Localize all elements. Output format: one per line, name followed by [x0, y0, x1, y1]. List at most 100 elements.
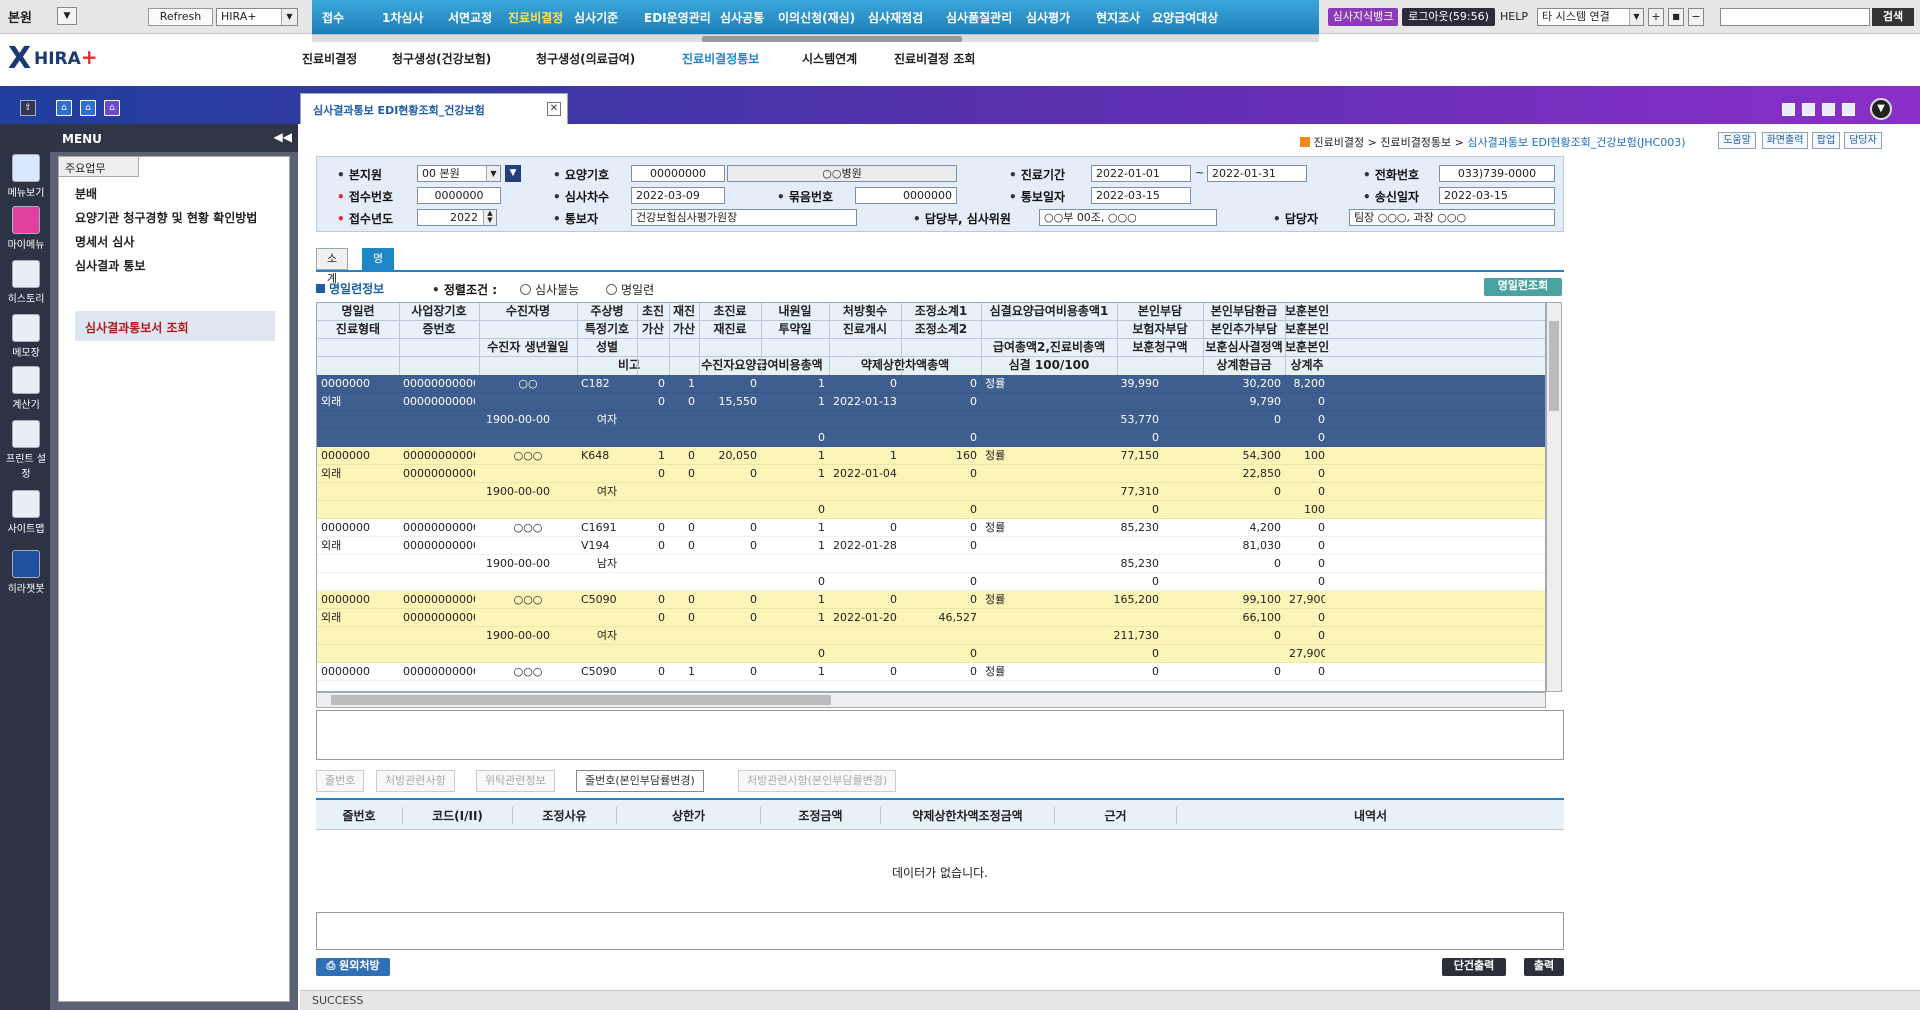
- table-row[interactable]: 1900-00-00 여자 53,770 0 0: [317, 411, 1545, 429]
- table-row[interactable]: 외래 00000000000 0 0 0 1 2022-01-04 0 22,850 0: [317, 465, 1545, 483]
- quick-chatbot[interactable]: 히라챗봇: [4, 550, 48, 595]
- table-row[interactable]: 1900-00-00 여자 211,730 0 0: [317, 627, 1545, 645]
- receipt-year-stepper[interactable]: 2022 ▲ ▼: [417, 209, 497, 226]
- menu-item-1[interactable]: 1차심사: [382, 9, 423, 26]
- subnav-item-0[interactable]: 진료비결정: [302, 50, 357, 67]
- menu-item-2[interactable]: 서면교정: [448, 9, 492, 26]
- collapse-icon[interactable]: ⇧: [20, 100, 36, 116]
- quick-menu-view[interactable]: 메뉴보기: [4, 154, 48, 199]
- menu-item-4[interactable]: 심사기준: [574, 9, 618, 26]
- memo-box[interactable]: [316, 710, 1564, 760]
- menu-item-8[interactable]: 심사재점검: [868, 9, 923, 26]
- collapse-icon[interactable]: ◀◀: [274, 130, 292, 144]
- help-link[interactable]: HELP: [1500, 10, 1528, 23]
- home-icon[interactable]: ⌂: [104, 100, 120, 116]
- subnav-item-5[interactable]: 진료비결정 조회: [894, 50, 975, 67]
- close-icon[interactable]: ✕: [547, 102, 561, 116]
- open-screen-tab[interactable]: 심사결과통보 EDI현황조회_건강보험 ✕: [300, 93, 568, 124]
- table-row[interactable]: 0 0 0 0: [317, 573, 1545, 591]
- subnav-item-1[interactable]: 청구생성(건강보험): [392, 50, 491, 67]
- zoom-out-button[interactable]: −: [1688, 8, 1704, 26]
- table-row[interactable]: 0000000 00000000000 ○○ C182 0 1 0 1 0 0 정률 39,990 30…: [317, 375, 1545, 393]
- layout-single-icon[interactable]: [1782, 103, 1795, 116]
- print-button[interactable]: 출력: [1524, 958, 1564, 976]
- branch-dropdown-button[interactable]: ▼: [505, 165, 521, 182]
- sidebar-item-review-result[interactable]: 심사결과 통보: [75, 257, 145, 274]
- table-row[interactable]: 외래 00000000000 0 0 0 1 2022-01-20 46,527 66,100 0: [317, 609, 1545, 627]
- menu-item-10[interactable]: 심사평가: [1026, 9, 1070, 26]
- bundle-no-field[interactable]: 0000000: [855, 187, 957, 204]
- detail-tab-3[interactable]: 줄번호(본인부담률변경): [576, 770, 704, 792]
- sidebar-item-result-notice-query[interactable]: 심사결과통보서 조회: [75, 311, 275, 341]
- item-lookup-button[interactable]: 명일련조회: [1484, 278, 1562, 296]
- subnav-item-4[interactable]: 시스템연계: [802, 50, 857, 67]
- table-row[interactable]: 0 0 0 27,900: [317, 645, 1545, 663]
- layout-close-icon[interactable]: [1842, 103, 1855, 116]
- outpatient-rx-button[interactable]: ⎙ 원외처방: [316, 958, 390, 976]
- menu-item-11[interactable]: 현지조사: [1096, 9, 1140, 26]
- table-row[interactable]: 0 0 0 0: [317, 429, 1545, 447]
- layout-rows-icon[interactable]: [1822, 103, 1835, 116]
- phone-field[interactable]: 033)739-0000: [1439, 165, 1555, 182]
- grid-horizontal-scrollbar[interactable]: [316, 692, 1546, 708]
- manager-button[interactable]: 담당자: [1844, 132, 1882, 149]
- tab-item-info[interactable]: 명일련정보: [362, 248, 395, 345]
- detail-memo-box[interactable]: [316, 912, 1564, 950]
- quick-memo[interactable]: 메모장: [4, 314, 48, 359]
- period-from-field[interactable]: 2022-01-01: [1091, 165, 1191, 182]
- detail-tab-2[interactable]: 위탁관련정보: [476, 770, 555, 792]
- sort-option-item[interactable]: 명일련: [606, 281, 654, 298]
- branch-select[interactable]: 00 본원 ▼: [417, 165, 501, 182]
- expand-circle-icon[interactable]: ▼: [1870, 98, 1892, 120]
- detail-tab-1[interactable]: 처방관련사항: [376, 770, 455, 792]
- send-date-field[interactable]: 2022-03-15: [1439, 187, 1555, 204]
- table-row[interactable]: 1900-00-00 여자 77,310 0 0: [317, 483, 1545, 501]
- table-row[interactable]: 0000000 00000000000 ○○○ C1691 0 0 0 1 0 0 정률 85,230…: [317, 519, 1545, 537]
- notifier-field[interactable]: 건강보험심사평가원장: [631, 209, 857, 226]
- stepper-arrows-icon[interactable]: ▲ ▼: [483, 210, 496, 225]
- print-single-button[interactable]: 단건출력: [1442, 958, 1506, 976]
- breadcrumb-item[interactable]: 진료비결정통보: [1380, 136, 1451, 149]
- dept-field[interactable]: ○○부 00조, ○○○: [1039, 209, 1217, 226]
- quick-history[interactable]: 히스토리: [4, 260, 48, 305]
- sidebar-item-claim-trend[interactable]: 요양기관 청구경향 및 현황 확인방법: [75, 209, 257, 226]
- institution-code-field[interactable]: 00000000: [631, 165, 725, 182]
- review-seq-field[interactable]: 2022-03-09: [631, 187, 725, 204]
- sort-option-unable[interactable]: 심사불능: [520, 281, 579, 298]
- menu-item-0[interactable]: 접수: [322, 9, 344, 26]
- subnav-item-3[interactable]: 진료비결정통보: [682, 50, 759, 67]
- menu-item-12[interactable]: 요양급여대상: [1152, 9, 1218, 26]
- other-system-select[interactable]: 타 시스템 연결 ▼: [1537, 8, 1644, 26]
- menu-item-9[interactable]: 심사품질관리: [946, 9, 1012, 26]
- system-select[interactable]: HIRA+ ▼: [216, 8, 298, 26]
- knowledge-bank-button[interactable]: 심사지식뱅크: [1328, 8, 1398, 26]
- quick-my-menu[interactable]: 마이메뉴: [4, 206, 48, 251]
- menu-item-5[interactable]: EDI운영관리: [644, 9, 711, 26]
- branch-dropdown[interactable]: ▼: [57, 7, 77, 25]
- menu-item-6[interactable]: 심사공통: [720, 9, 764, 26]
- table-row[interactable]: 1900-00-00 남자 85,230 0 0: [317, 555, 1545, 573]
- help-button[interactable]: 도움말: [1718, 132, 1756, 149]
- detail-tab-0[interactable]: 줄번호: [316, 770, 365, 792]
- sidebar-item-distribution[interactable]: 분배: [75, 185, 97, 202]
- layout-split-icon[interactable]: [1802, 103, 1815, 116]
- table-row[interactable]: 0000000 00000000000 ○○○ C5090 0 0 0 1 0 0 정률 165,20…: [317, 591, 1545, 609]
- sidebar-item-statement-review[interactable]: 명세서 심사: [75, 233, 134, 250]
- table-row[interactable]: 0000000 00000000000 ○○○ K648 1 0 20,050 1 1 160 정률…: [317, 447, 1545, 465]
- tab-subtotal[interactable]: 소계: [316, 248, 349, 285]
- home-icon[interactable]: ⌂: [80, 100, 96, 116]
- grid-vertical-scrollbar[interactable]: [1546, 302, 1562, 692]
- manager-field[interactable]: 팀장 ○○○, 과장 ○○○: [1349, 209, 1555, 226]
- breadcrumb-item[interactable]: 진료비결정: [1314, 136, 1365, 149]
- popup-button[interactable]: 팝업: [1812, 132, 1840, 149]
- table-row[interactable]: 0 0 0 100: [317, 501, 1545, 519]
- quick-print-settings[interactable]: 프린트 설정: [4, 420, 48, 480]
- zoom-in-button[interactable]: +: [1648, 8, 1664, 26]
- menu-item-3[interactable]: 진료비결정: [508, 9, 563, 26]
- table-row[interactable]: 외래 00000000000 V194 0 0 0 1 2022-01-28 0 81,030 0: [317, 537, 1545, 555]
- receipt-no-field[interactable]: 0000000: [417, 187, 501, 204]
- menu-scrollbar[interactable]: [312, 34, 1319, 42]
- logout-button[interactable]: 로그아웃(59:56): [1402, 8, 1495, 26]
- search-input[interactable]: [1720, 8, 1870, 26]
- quick-calculator[interactable]: 계산기: [4, 366, 48, 411]
